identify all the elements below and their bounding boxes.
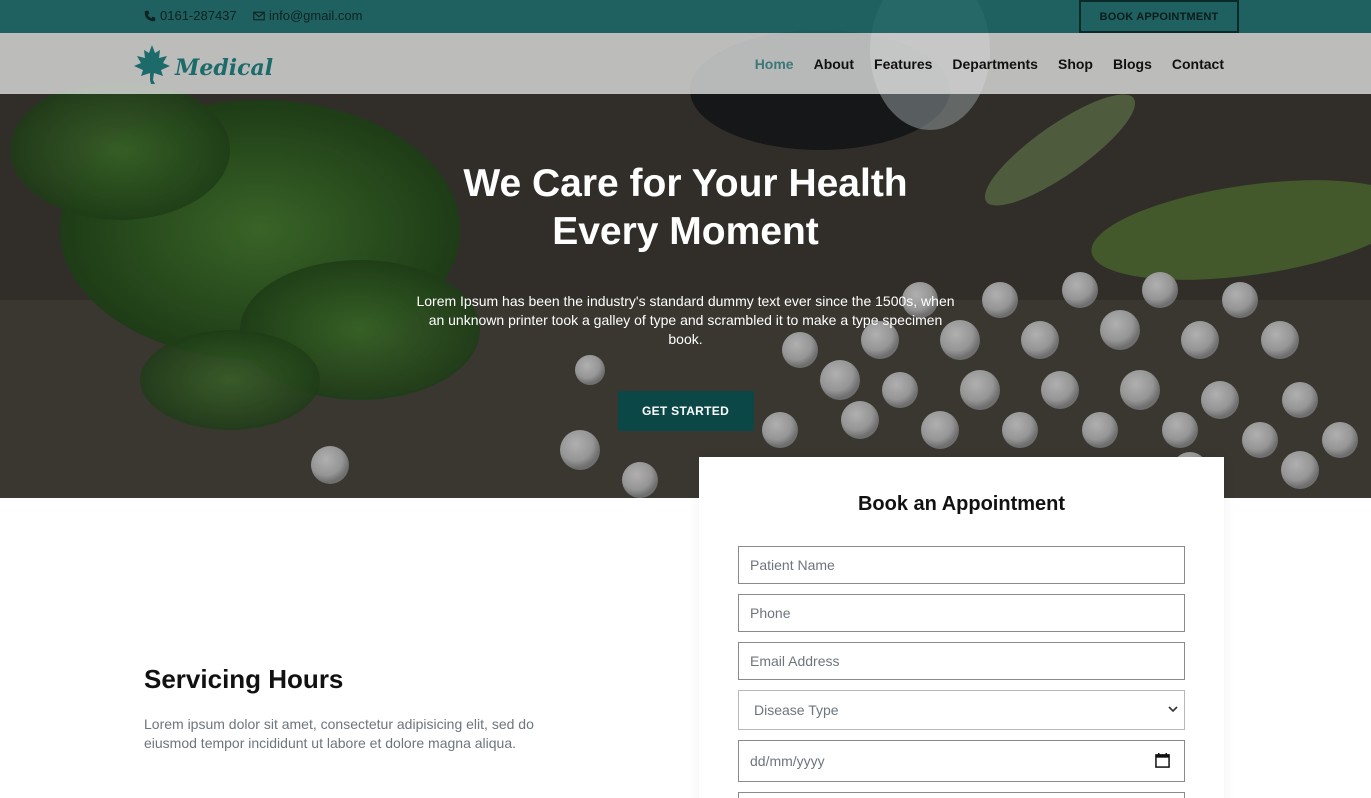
calendar-icon[interactable] bbox=[1155, 753, 1170, 768]
nav-link-contact[interactable]: Contact bbox=[1172, 56, 1224, 72]
phone-placeholder: Phone bbox=[750, 605, 791, 621]
disease-type-value: Disease Type bbox=[754, 702, 839, 718]
phone-input[interactable]: Phone bbox=[738, 594, 1185, 632]
disease-type-select[interactable]: Disease Type bbox=[738, 690, 1185, 730]
phone-icon bbox=[144, 10, 156, 21]
hero-title: We Care for Your Health Every Moment bbox=[463, 162, 908, 253]
hero-content: We Care for Your Health Every Moment Lor… bbox=[0, 160, 1371, 431]
nav-link-blogs[interactable]: Blogs bbox=[1113, 56, 1152, 72]
chevron-down-icon bbox=[1168, 706, 1178, 713]
main-navbar: Medical Home About Features Departments … bbox=[0, 33, 1371, 94]
site-logo[interactable]: Medical bbox=[133, 43, 273, 85]
appointment-form-card: Book an Appointment Patient Name Phone E… bbox=[699, 457, 1224, 798]
logo-text: Medical bbox=[175, 55, 274, 81]
hero-description: Lorem Ipsum has been the industry's stan… bbox=[416, 293, 955, 347]
appointment-form-title: Book an Appointment bbox=[857, 493, 1066, 515]
servicing-hours-title: Servicing Hours bbox=[144, 664, 344, 694]
top-contact-bar: 0161-287437 info@gmail.com BOOK APPOINTM… bbox=[0, 0, 1371, 33]
nav-link-departments[interactable]: Departments bbox=[952, 56, 1038, 72]
email-placeholder: Email Address bbox=[750, 653, 840, 669]
nav-link-shop[interactable]: Shop bbox=[1058, 56, 1093, 72]
maple-leaf-icon bbox=[134, 45, 170, 84]
date-placeholder: dd/mm/yyyy bbox=[750, 753, 825, 769]
patient-name-placeholder: Patient Name bbox=[750, 557, 835, 573]
nav-link-home[interactable]: Home bbox=[755, 56, 794, 72]
email-input[interactable]: Email Address bbox=[738, 642, 1185, 680]
nav-link-features[interactable]: Features bbox=[874, 56, 932, 72]
email-address: info@gmail.com bbox=[269, 8, 363, 23]
nav-link-about[interactable]: About bbox=[814, 56, 854, 72]
nav-menu: Home About Features Departments Shop Blo… bbox=[755, 33, 1224, 94]
patient-name-input[interactable]: Patient Name bbox=[738, 546, 1185, 584]
envelope-icon bbox=[253, 11, 265, 20]
email-contact[interactable]: info@gmail.com bbox=[253, 8, 362, 23]
book-appointment-button[interactable]: BOOK APPOINTMENT bbox=[1079, 0, 1239, 33]
servicing-hours-text: Lorem ipsum dolor sit amet, consectetur … bbox=[144, 716, 534, 751]
date-input[interactable]: dd/mm/yyyy bbox=[738, 740, 1185, 782]
next-form-field[interactable] bbox=[738, 792, 1185, 798]
phone-contact[interactable]: 0161-287437 bbox=[144, 8, 237, 23]
phone-number: 0161-287437 bbox=[160, 8, 237, 23]
get-started-button[interactable]: GET STARTED bbox=[617, 391, 754, 431]
